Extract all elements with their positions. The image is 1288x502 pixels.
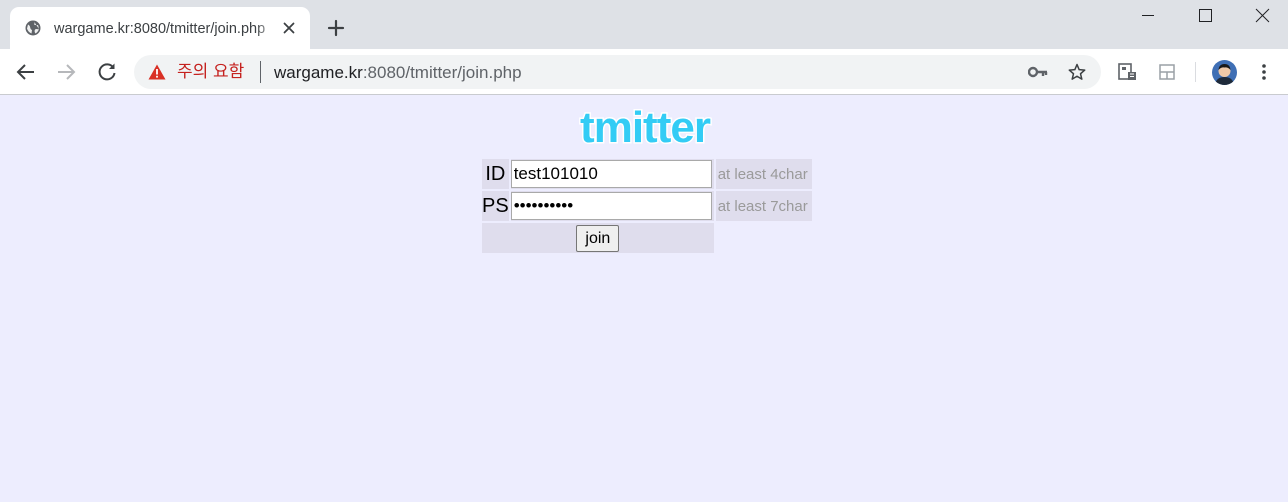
url-text[interactable]: wargame.kr:8080/tmitter/join.php bbox=[274, 63, 522, 83]
id-input[interactable] bbox=[510, 160, 712, 188]
minimize-icon[interactable] bbox=[1125, 0, 1171, 32]
ps-label: PS bbox=[482, 191, 509, 221]
ps-hint: at least 7char bbox=[715, 191, 812, 221]
kebab-menu-icon[interactable] bbox=[1254, 62, 1274, 82]
ps-row: PS at least 7char bbox=[482, 191, 812, 221]
window-close-icon[interactable] bbox=[1239, 0, 1285, 32]
extension-layout-icon[interactable] bbox=[1157, 62, 1177, 82]
warning-triangle-icon[interactable] bbox=[148, 64, 166, 80]
key-icon[interactable] bbox=[1028, 64, 1048, 80]
id-row: ID at least 4char bbox=[482, 159, 812, 189]
url-host: wargame.kr bbox=[274, 63, 363, 82]
close-icon[interactable] bbox=[280, 19, 298, 37]
maximize-icon[interactable] bbox=[1182, 0, 1228, 32]
tab-title: wargame.kr:8080/tmitter/join.php bbox=[54, 21, 266, 37]
plus-icon[interactable] bbox=[324, 16, 348, 40]
password-input[interactable] bbox=[510, 192, 712, 220]
join-button[interactable]: join bbox=[576, 225, 620, 252]
ps-input-cell bbox=[510, 191, 714, 221]
globe-icon bbox=[25, 20, 41, 36]
submit-cell: join bbox=[482, 223, 714, 253]
id-input-cell bbox=[510, 159, 714, 189]
extension-dino-icon[interactable] bbox=[1116, 61, 1138, 83]
logo-text: tmitter bbox=[580, 104, 711, 152]
tab-strip: wargame.kr:8080/tmitter/join.php bbox=[0, 0, 1288, 49]
reload-icon[interactable] bbox=[95, 60, 119, 84]
star-icon[interactable] bbox=[1067, 62, 1087, 82]
id-hint: at least 4char bbox=[715, 159, 812, 189]
id-label: ID bbox=[482, 159, 509, 189]
arrow-right-icon[interactable] bbox=[54, 60, 78, 84]
submit-row: join bbox=[482, 223, 812, 253]
arrow-left-icon[interactable] bbox=[14, 60, 38, 84]
url-path: :8080/tmitter/join.php bbox=[362, 63, 522, 82]
tab-title-fade bbox=[256, 17, 278, 41]
browser-toolbar: 주의 요함 wargame.kr:8080/tmitter/join.php bbox=[0, 49, 1288, 95]
address-separator bbox=[260, 61, 261, 83]
avatar[interactable] bbox=[1212, 60, 1237, 85]
tmitter-logo: tmitter bbox=[579, 104, 714, 154]
join-form: ID at least 4char PS at least 7char join bbox=[480, 157, 814, 255]
browser-tab[interactable]: wargame.kr:8080/tmitter/join.php bbox=[10, 7, 310, 49]
address-bar[interactable]: 주의 요함 wargame.kr:8080/tmitter/join.php bbox=[134, 55, 1101, 89]
toolbar-separator bbox=[1195, 62, 1196, 82]
security-warning-label[interactable]: 주의 요함 bbox=[177, 62, 244, 82]
